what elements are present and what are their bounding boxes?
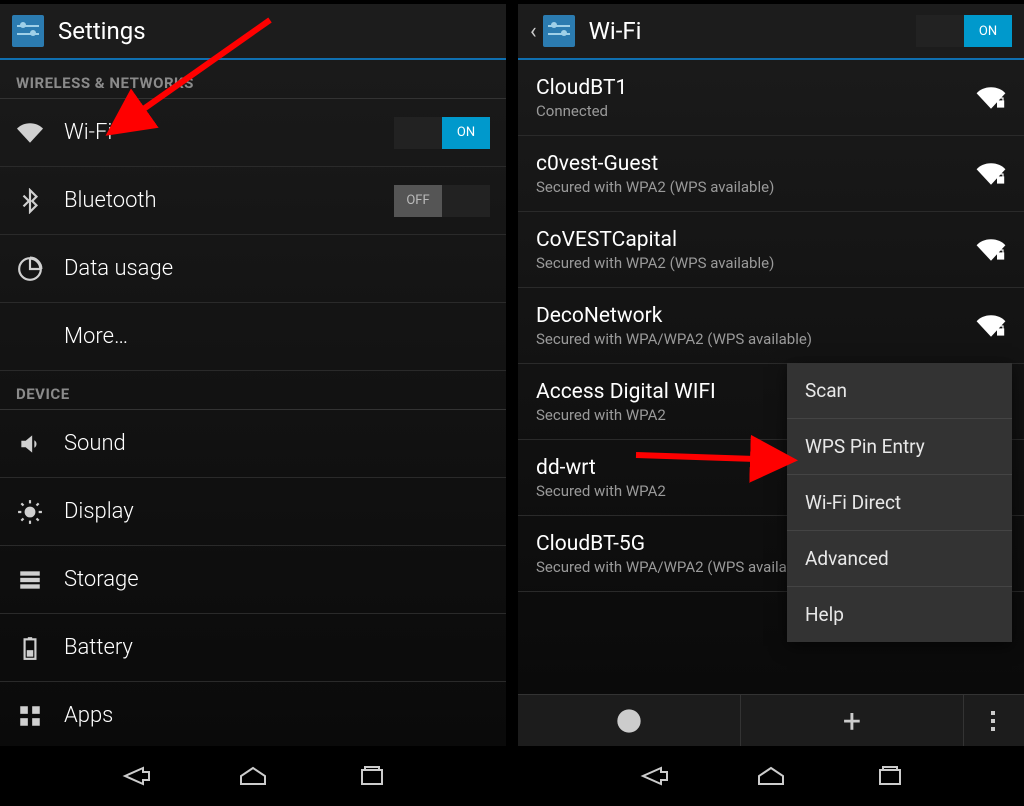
wifi-signal-icon — [976, 86, 1006, 110]
wifi-network-row[interactable]: CloudBT1 Connected — [518, 60, 1024, 136]
settings-list: WIRELESS & NETWORKS Wi-Fi ON Bluetooth O… — [0, 60, 506, 746]
wifi-network-row[interactable]: c0vest-Guest Secured with WPA2 (WPS avai… — [518, 136, 1024, 212]
menu-item-scan[interactable]: Scan — [787, 363, 1012, 419]
settings-row-display[interactable]: Display — [0, 478, 506, 546]
network-status: Connected — [536, 102, 960, 120]
page-title: Settings — [58, 17, 494, 45]
wifi-network-row[interactable]: DecoNetwork Secured with WPA/WPA2 (WPS a… — [518, 288, 1024, 364]
menu-item-help[interactable]: Help — [787, 587, 1012, 642]
network-status: Secured with WPA2 (WPS available) — [536, 254, 960, 272]
action-bar: ‹ Wi-Fi ON — [518, 4, 1024, 60]
settings-screen: Settings WIRELESS & NETWORKS Wi-Fi ON Bl… — [0, 0, 506, 806]
action-bar: Settings — [0, 4, 506, 60]
settings-row-datausage[interactable]: Data usage — [0, 235, 506, 303]
row-label: Data usage — [64, 256, 490, 281]
home-button[interactable] — [229, 758, 277, 794]
network-name: CloudBT1 — [536, 76, 960, 100]
sound-icon — [16, 430, 44, 458]
overflow-button[interactable] — [964, 695, 1024, 746]
row-label: Apps — [64, 703, 490, 728]
row-label: Battery — [64, 635, 490, 660]
network-name: CoVESTCapital — [536, 228, 960, 252]
network-status: Secured with WPA/WPA2 (WPS available) — [536, 330, 960, 348]
wifi-signal-icon — [976, 238, 1006, 262]
recents-button[interactable] — [866, 758, 914, 794]
wifi-master-toggle[interactable]: ON — [916, 15, 1012, 47]
bluetooth-toggle[interactable]: OFF — [394, 185, 490, 217]
back-button[interactable] — [111, 758, 159, 794]
storage-icon — [16, 566, 44, 594]
menu-item-advanced[interactable]: Advanced — [787, 531, 1012, 587]
settings-row-more[interactable]: More… — [0, 303, 506, 371]
row-label: Sound — [64, 431, 490, 456]
settings-icon — [12, 15, 44, 47]
wifi-network-row[interactable]: CoVESTCapital Secured with WPA2 (WPS ava… — [518, 212, 1024, 288]
row-label: More… — [64, 324, 490, 349]
menu-item-wi-fi-direct[interactable]: Wi-Fi Direct — [787, 475, 1012, 531]
overflow-menu: ScanWPS Pin EntryWi-Fi DirectAdvancedHel… — [787, 363, 1012, 642]
back-caret-icon[interactable]: ‹ — [530, 19, 537, 44]
network-status: Secured with WPA2 (WPS available) — [536, 178, 960, 196]
settings-icon[interactable] — [543, 15, 575, 47]
add-network-button[interactable]: + — [741, 695, 964, 746]
datausage-icon — [16, 255, 44, 283]
settings-row-sound[interactable]: Sound — [0, 410, 506, 478]
bluetooth-icon — [16, 187, 44, 215]
network-name: DecoNetwork — [536, 304, 960, 328]
battery-icon — [16, 634, 44, 662]
wifi-network-list: CloudBT1 Connected c0vest-Guest Secured … — [518, 60, 1024, 694]
wps-button[interactable] — [518, 695, 741, 746]
network-name: c0vest-Guest — [536, 152, 960, 176]
section-header-device: DEVICE — [0, 371, 506, 410]
wifi-toggle[interactable]: ON — [394, 117, 490, 149]
section-header-wireless: WIRELESS & NETWORKS — [0, 60, 506, 99]
recents-button[interactable] — [348, 758, 396, 794]
home-button[interactable] — [747, 758, 795, 794]
row-label: Bluetooth — [64, 188, 374, 213]
back-button[interactable] — [629, 758, 677, 794]
apps-icon — [16, 702, 44, 730]
settings-row-battery[interactable]: Battery — [0, 614, 506, 682]
navigation-bar — [0, 746, 506, 806]
wifi-screen: ‹ Wi-Fi ON CloudBT1 Connected c0vest-Gue… — [518, 0, 1024, 806]
settings-row-storage[interactable]: Storage — [0, 546, 506, 614]
display-icon — [16, 498, 44, 526]
row-label: Storage — [64, 567, 490, 592]
settings-row-wifi[interactable]: Wi-Fi ON — [0, 99, 506, 167]
wifi-bottom-bar: + — [518, 694, 1024, 746]
page-title: Wi-Fi — [589, 17, 902, 45]
wifi-icon — [16, 119, 44, 147]
settings-row-bluetooth[interactable]: Bluetooth OFF — [0, 167, 506, 235]
settings-row-apps[interactable]: Apps — [0, 682, 506, 746]
wifi-signal-icon — [976, 162, 1006, 186]
wifi-signal-icon — [976, 314, 1006, 338]
row-label: Wi-Fi — [64, 120, 374, 145]
menu-item-wps-pin-entry[interactable]: WPS Pin Entry — [787, 419, 1012, 475]
row-label: Display — [64, 499, 490, 524]
navigation-bar — [518, 746, 1024, 806]
